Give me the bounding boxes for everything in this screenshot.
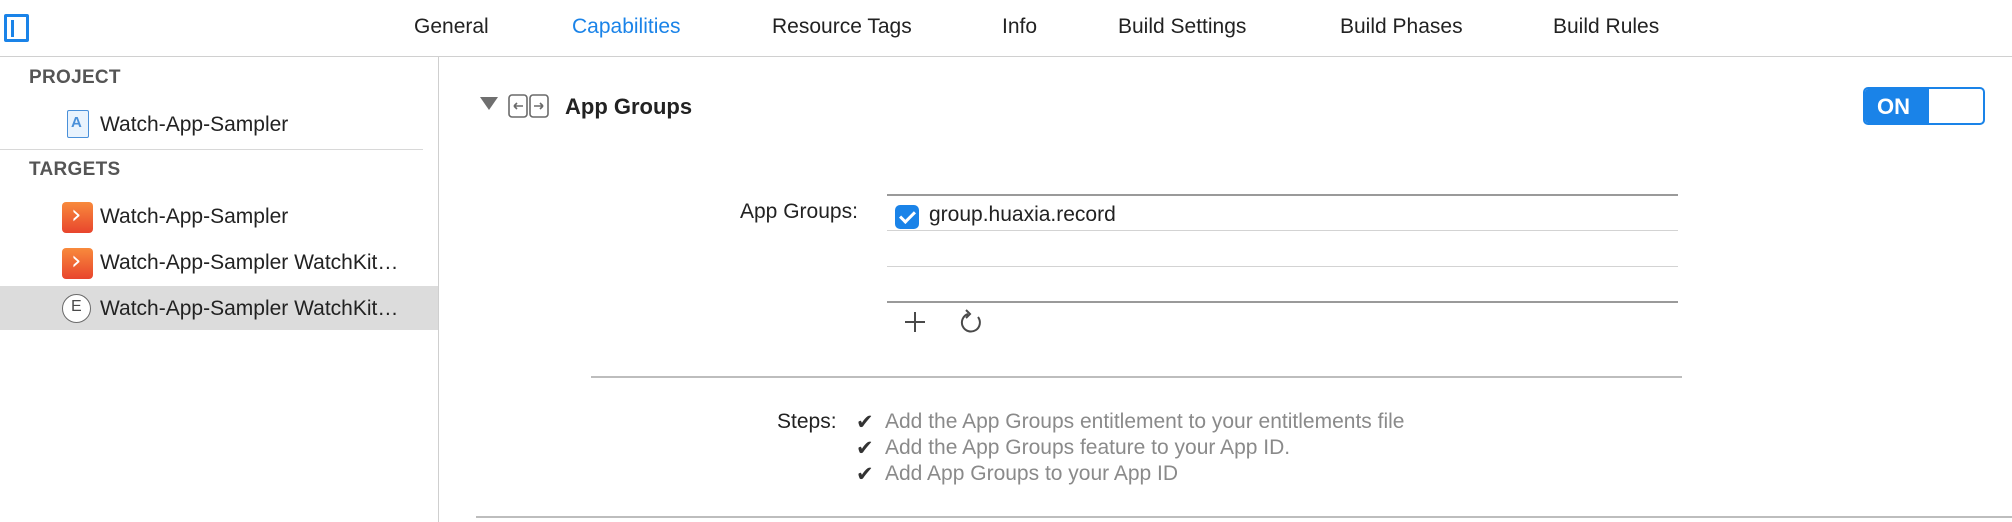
step-text: Add App Groups to your App ID xyxy=(885,462,1179,485)
steps-label: Steps: xyxy=(777,410,837,433)
sidebar-item-project[interactable]: Watch-App-Sampler xyxy=(0,102,438,146)
sidebar-item-target-watchkit-extension[interactable]: Watch-App-Sampler WatchKit… xyxy=(0,286,438,330)
extension-icon xyxy=(62,294,91,323)
bottom-divider xyxy=(476,516,2012,518)
list-row-separator xyxy=(887,230,1678,232)
tab-build-settings[interactable]: Build Settings xyxy=(1118,15,1246,39)
swift-app-icon xyxy=(62,246,93,279)
section-divider xyxy=(591,376,1682,378)
checkmark-icon: ✔ xyxy=(856,410,874,434)
tab-info[interactable]: Info xyxy=(1002,15,1037,39)
capability-on-toggle[interactable]: ON xyxy=(1863,87,1985,125)
list-row-separator xyxy=(887,266,1678,268)
project-navigator-sidebar: PROJECT Watch-App-Sampler TARGETS Watch-… xyxy=(0,57,439,522)
tab-build-rules[interactable]: Build Rules xyxy=(1553,15,1659,39)
step-text: Add the App Groups feature to your App I… xyxy=(885,436,1291,459)
sidebar-item-label: Watch-App-Sampler WatchKit… xyxy=(100,251,399,274)
capabilities-panel: App Groups ON App Groups: group.huaxia.r… xyxy=(440,57,2012,522)
step-text: Add the App Groups entitlement to your e… xyxy=(885,410,1405,433)
app-groups-list: group.huaxia.record xyxy=(887,194,1678,303)
tab-general[interactable]: General xyxy=(414,15,489,39)
group-name: group.huaxia.record xyxy=(929,203,1116,226)
sidebar-item-target-app[interactable]: Watch-App-Sampler xyxy=(0,194,438,238)
tab-bar: General Capabilities Resource Tags Info … xyxy=(0,0,2012,57)
app-groups-field-label: App Groups: xyxy=(740,200,858,223)
sidebar-item-label: Watch-App-Sampler xyxy=(100,113,289,136)
plus-icon[interactable] xyxy=(900,307,930,337)
sidebar-item-label: Watch-App-Sampler WatchKit… xyxy=(100,297,399,320)
targets-section-header: TARGETS xyxy=(29,159,121,180)
list-item: group.huaxia.record xyxy=(887,195,1678,230)
app-groups-icon xyxy=(508,94,549,118)
sidebar-item-target-watchkit-app[interactable]: Watch-App-Sampler WatchKit… xyxy=(0,240,438,284)
checkmark-icon: ✔ xyxy=(856,436,874,460)
tab-capabilities[interactable]: Capabilities xyxy=(572,15,681,39)
tab-resource-tags[interactable]: Resource Tags xyxy=(772,15,912,39)
tab-build-phases[interactable]: Build Phases xyxy=(1340,15,1463,39)
toggle-label: ON xyxy=(1877,94,1910,119)
capability-title: App Groups xyxy=(565,94,693,119)
sidebar-divider xyxy=(0,149,423,151)
sidebar-item-label: Watch-App-Sampler xyxy=(100,205,289,228)
project-icon xyxy=(67,110,89,138)
sidebar-toggle-icon[interactable] xyxy=(4,14,29,42)
swift-app-icon xyxy=(62,200,93,233)
group-checkbox[interactable] xyxy=(895,205,919,229)
refresh-icon[interactable] xyxy=(956,307,986,337)
list-bottom-border xyxy=(887,301,1678,303)
checkmark-icon: ✔ xyxy=(856,462,874,486)
project-section-header: PROJECT xyxy=(29,67,121,88)
disclosure-triangle-icon[interactable] xyxy=(480,97,498,110)
